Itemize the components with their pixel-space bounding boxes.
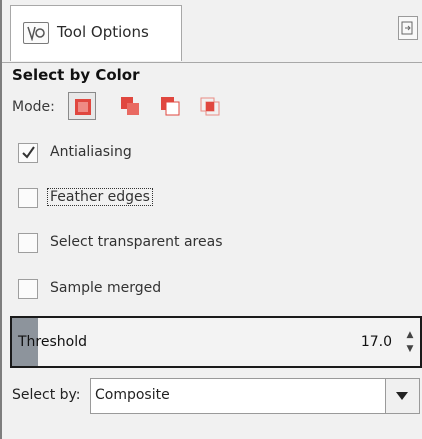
threshold-value: 17.0 — [360, 334, 392, 350]
sample-merged-checkbox[interactable] — [18, 279, 38, 299]
tool-options-icon — [23, 22, 49, 44]
tab-strip: Tool Options — [2, 0, 422, 63]
threshold-slider[interactable]: Threshold 17.0 ▲ ▼ — [10, 316, 422, 368]
select-by-dropdown[interactable]: Composite — [90, 378, 420, 414]
antialiasing-label: Antialiasing — [50, 144, 132, 160]
mode-add-button[interactable] — [116, 92, 144, 120]
mode-replace-button[interactable] — [68, 92, 96, 120]
feather-edges-label: Feather edges — [47, 188, 153, 206]
spin-up-icon[interactable]: ▲ — [402, 328, 418, 342]
dropdown-arrow-button[interactable] — [385, 379, 419, 413]
tab-label: Tool Options — [57, 23, 149, 41]
select-transparent-checkbox[interactable] — [18, 233, 38, 253]
tab-menu-icon[interactable] — [398, 16, 418, 40]
sample-merged-label: Sample merged — [50, 280, 162, 296]
mode-label: Mode: — [12, 99, 55, 115]
tab-tool-options[interactable]: Tool Options — [10, 5, 182, 61]
mode-subtract-button[interactable] — [156, 92, 184, 120]
antialiasing-checkbox[interactable] — [18, 143, 38, 163]
tool-options-panel: Tool Options Select by Color Mode: Antia… — [0, 0, 422, 439]
tool-title: Select by Color — [12, 66, 140, 84]
feather-edges-checkbox[interactable] — [18, 188, 38, 208]
threshold-label: Threshold — [18, 334, 87, 350]
threshold-spinner[interactable]: ▲ ▼ — [402, 328, 418, 356]
select-by-label: Select by: — [12, 387, 81, 403]
feather-edges-text: Feather edges — [47, 188, 153, 206]
select-transparent-label: Select transparent areas — [50, 234, 223, 250]
spin-down-icon[interactable]: ▼ — [402, 342, 418, 356]
mode-intersect-button[interactable] — [196, 92, 224, 120]
select-by-value: Composite — [95, 387, 170, 403]
